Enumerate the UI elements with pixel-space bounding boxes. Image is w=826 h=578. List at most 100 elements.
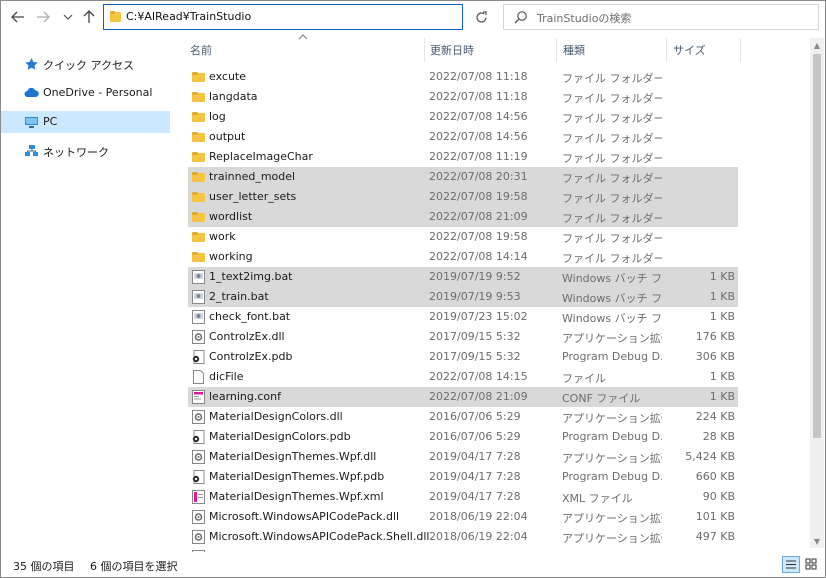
- pdb-icon: [192, 430, 205, 444]
- item-count: 35 個の項目: [13, 560, 75, 573]
- folder-icon: [192, 152, 205, 162]
- file-name: MaterialDesignThemes.Wpf.pdb: [209, 470, 385, 483]
- refresh-icon: [475, 10, 487, 23]
- file-row[interactable]: MaterialDesignThemes.Wpf.xml 2019/04/17 7…: [188, 487, 738, 507]
- file-modified: 2022/07/08 19:58: [429, 230, 528, 243]
- back-button[interactable]: [8, 7, 28, 27]
- file-type: ファイル フォルダー: [562, 172, 662, 185]
- dll-icon: [192, 410, 205, 424]
- file-row[interactable]: work 2022/07/08 19:58 ファイル フォルダー: [188, 227, 738, 247]
- file-row[interactable]: MaterialDesignThemes.Wpf.dll 2019/04/17 7…: [188, 447, 738, 467]
- file-modified: 2018/06/19 22:04: [429, 530, 528, 543]
- file-row[interactable]: excute 2022/07/08 11:18 ファイル フォルダー: [188, 67, 738, 87]
- file-name: log: [209, 110, 226, 123]
- column-header-type[interactable]: 種類: [563, 42, 585, 58]
- column-divider[interactable]: [666, 38, 667, 62]
- file-size: 1 KB: [709, 270, 735, 283]
- file-name: check_font.bat: [209, 310, 291, 323]
- forward-button[interactable]: [33, 7, 53, 27]
- file-row[interactable]: check_font.bat 2019/07/23 15:02 Windows バッ…: [188, 307, 738, 327]
- file-name: dicFile: [209, 370, 244, 383]
- up-button[interactable]: [79, 7, 99, 27]
- bat-icon: [192, 290, 205, 304]
- file-row[interactable]: user_letter_sets 2022/07/08 19:58 ファイル フォル…: [188, 187, 738, 207]
- column-header-size[interactable]: サイズ: [673, 42, 706, 58]
- file-type: Program Debug D...: [562, 470, 662, 483]
- file-modified: 2022/07/08 11:19: [429, 150, 528, 163]
- file-row[interactable]: MaterialDesignColors.pdb 2016/07/06 5:29 P…: [188, 427, 738, 447]
- file-row[interactable]: log 2022/07/08 14:56 ファイル フォルダー: [188, 107, 738, 127]
- file-size: 1 KB: [709, 370, 735, 383]
- file-size: 1 KB: [709, 290, 735, 303]
- folder-icon: [192, 172, 205, 182]
- details-view-icon: [786, 560, 796, 569]
- file-row[interactable]: ReplaceImageChar 2022/07/08 11:19 ファイル フォル…: [188, 147, 738, 167]
- file-type: CONF ファイル: [562, 392, 641, 405]
- search-box[interactable]: TrainStudioの検索: [503, 4, 819, 30]
- recent-locations-button[interactable]: [58, 7, 78, 27]
- file-row[interactable]: Microsoft.WindowsAPICodePack.Shell.dll 20…: [188, 527, 738, 547]
- file-row[interactable]: 1_text2img.bat 2019/07/19 9:52 Windows バッチ…: [188, 267, 738, 287]
- file-type: ファイル フォルダー: [562, 192, 662, 205]
- file-row[interactable]: Microsoft.WindowsAPICodePack.Shell.xml20…: [188, 547, 738, 552]
- column-header-name[interactable]: 名前: [190, 42, 212, 58]
- folder-icon: [192, 112, 205, 122]
- file-type: ファイル フォルダー: [562, 92, 662, 105]
- file-row[interactable]: trainned_model 2022/07/08 20:31 ファイル フォルダー: [188, 167, 738, 187]
- dll-icon: [192, 530, 205, 544]
- file-row[interactable]: wordlist 2022/07/08 21:09 ファイル フォルダー: [188, 207, 738, 227]
- file-row[interactable]: MaterialDesignThemes.Wpf.pdb 2019/04/17 7…: [188, 467, 738, 487]
- file-type: ファイル フォルダー: [562, 212, 662, 225]
- file-row[interactable]: MaterialDesignColors.dll 2016/07/06 5:29 ア…: [188, 407, 738, 427]
- file-modified: 2019/07/23 15:02: [429, 310, 528, 323]
- large-icons-view-button[interactable]: [803, 556, 821, 573]
- file-row[interactable]: dicFile 2022/07/08 14:15 ファイル 1 KB: [188, 367, 738, 387]
- file-row[interactable]: 2_train.bat 2019/07/19 9:53 Windows バッチ ファ…: [188, 287, 738, 307]
- file-type: Windows バッチ ファ...: [562, 272, 662, 285]
- file-name: ControlzEx.dll: [209, 330, 285, 343]
- file-row[interactable]: learning.conf 2022/07/08 21:09 CONF ファイル 1 …: [188, 387, 738, 407]
- file-type: ファイル フォルダー: [562, 112, 662, 125]
- file-type: Windows バッチ ファ...: [562, 312, 662, 325]
- chevron-down-icon: [63, 14, 73, 20]
- folder-icon: [192, 212, 205, 222]
- column-header-modified[interactable]: 更新日時: [430, 42, 474, 58]
- file-modified: 2019/04/17 7:28: [429, 470, 521, 483]
- file-modified: 2019/04/17 7:28: [429, 490, 521, 503]
- details-view-button[interactable]: [782, 556, 800, 573]
- dll-icon: [192, 450, 205, 464]
- file-size: 5,424 KB: [685, 450, 735, 463]
- scroll-up-icon[interactable]: ▲: [810, 38, 824, 52]
- file-type: ファイル フォルダー: [562, 232, 662, 245]
- file-row[interactable]: Microsoft.WindowsAPICodePack.dll 2018/06/…: [188, 507, 738, 527]
- file-modified: 2022/07/08 14:56: [429, 130, 528, 143]
- file-row[interactable]: working 2022/07/08 14:14 ファイル フォルダー: [188, 247, 738, 267]
- file-row[interactable]: ControlzEx.dll 2017/09/15 5:32 アプリケーション拡張 1…: [188, 327, 738, 347]
- column-divider[interactable]: [424, 38, 425, 62]
- file-row[interactable]: langdata 2022/07/08 11:18 ファイル フォルダー: [188, 87, 738, 107]
- address-bar[interactable]: C:¥AIRead¥TrainStudio: [103, 4, 463, 30]
- file-name: learning.conf: [209, 390, 281, 403]
- scroll-down-icon[interactable]: ▼: [810, 534, 824, 548]
- scrollbar-thumb[interactable]: [813, 54, 821, 438]
- file-name: Microsoft.WindowsAPICodePack.Shell.xml: [209, 550, 437, 552]
- file-row[interactable]: output 2022/07/08 14:56 ファイル フォルダー: [188, 127, 738, 147]
- file-row[interactable]: ControlzEx.pdb 2017/09/15 5:32 Program Deb…: [188, 347, 738, 367]
- address-path: C:¥AIRead¥TrainStudio: [126, 10, 252, 23]
- file-type: Program Debug D...: [562, 350, 662, 363]
- file-size: 660 KB: [695, 470, 735, 483]
- file-type: ファイル フォルダー: [562, 72, 662, 85]
- file-type: ファイル フォルダー: [562, 132, 662, 145]
- folder-icon: [192, 72, 205, 82]
- file-name: MaterialDesignColors.dll: [209, 410, 343, 423]
- refresh-button[interactable]: [470, 6, 492, 28]
- column-divider[interactable]: [556, 38, 557, 62]
- file-name: ControlzEx.pdb: [209, 350, 293, 363]
- file-name: user_letter_sets: [209, 190, 297, 203]
- vertical-scrollbar[interactable]: ▲ ▼: [810, 38, 824, 548]
- file-name: langdata: [209, 90, 258, 103]
- column-divider[interactable]: [740, 38, 741, 62]
- file-type: XML ファイル: [562, 492, 633, 505]
- file-name: working: [209, 250, 253, 263]
- file-size: 101 KB: [695, 510, 735, 523]
